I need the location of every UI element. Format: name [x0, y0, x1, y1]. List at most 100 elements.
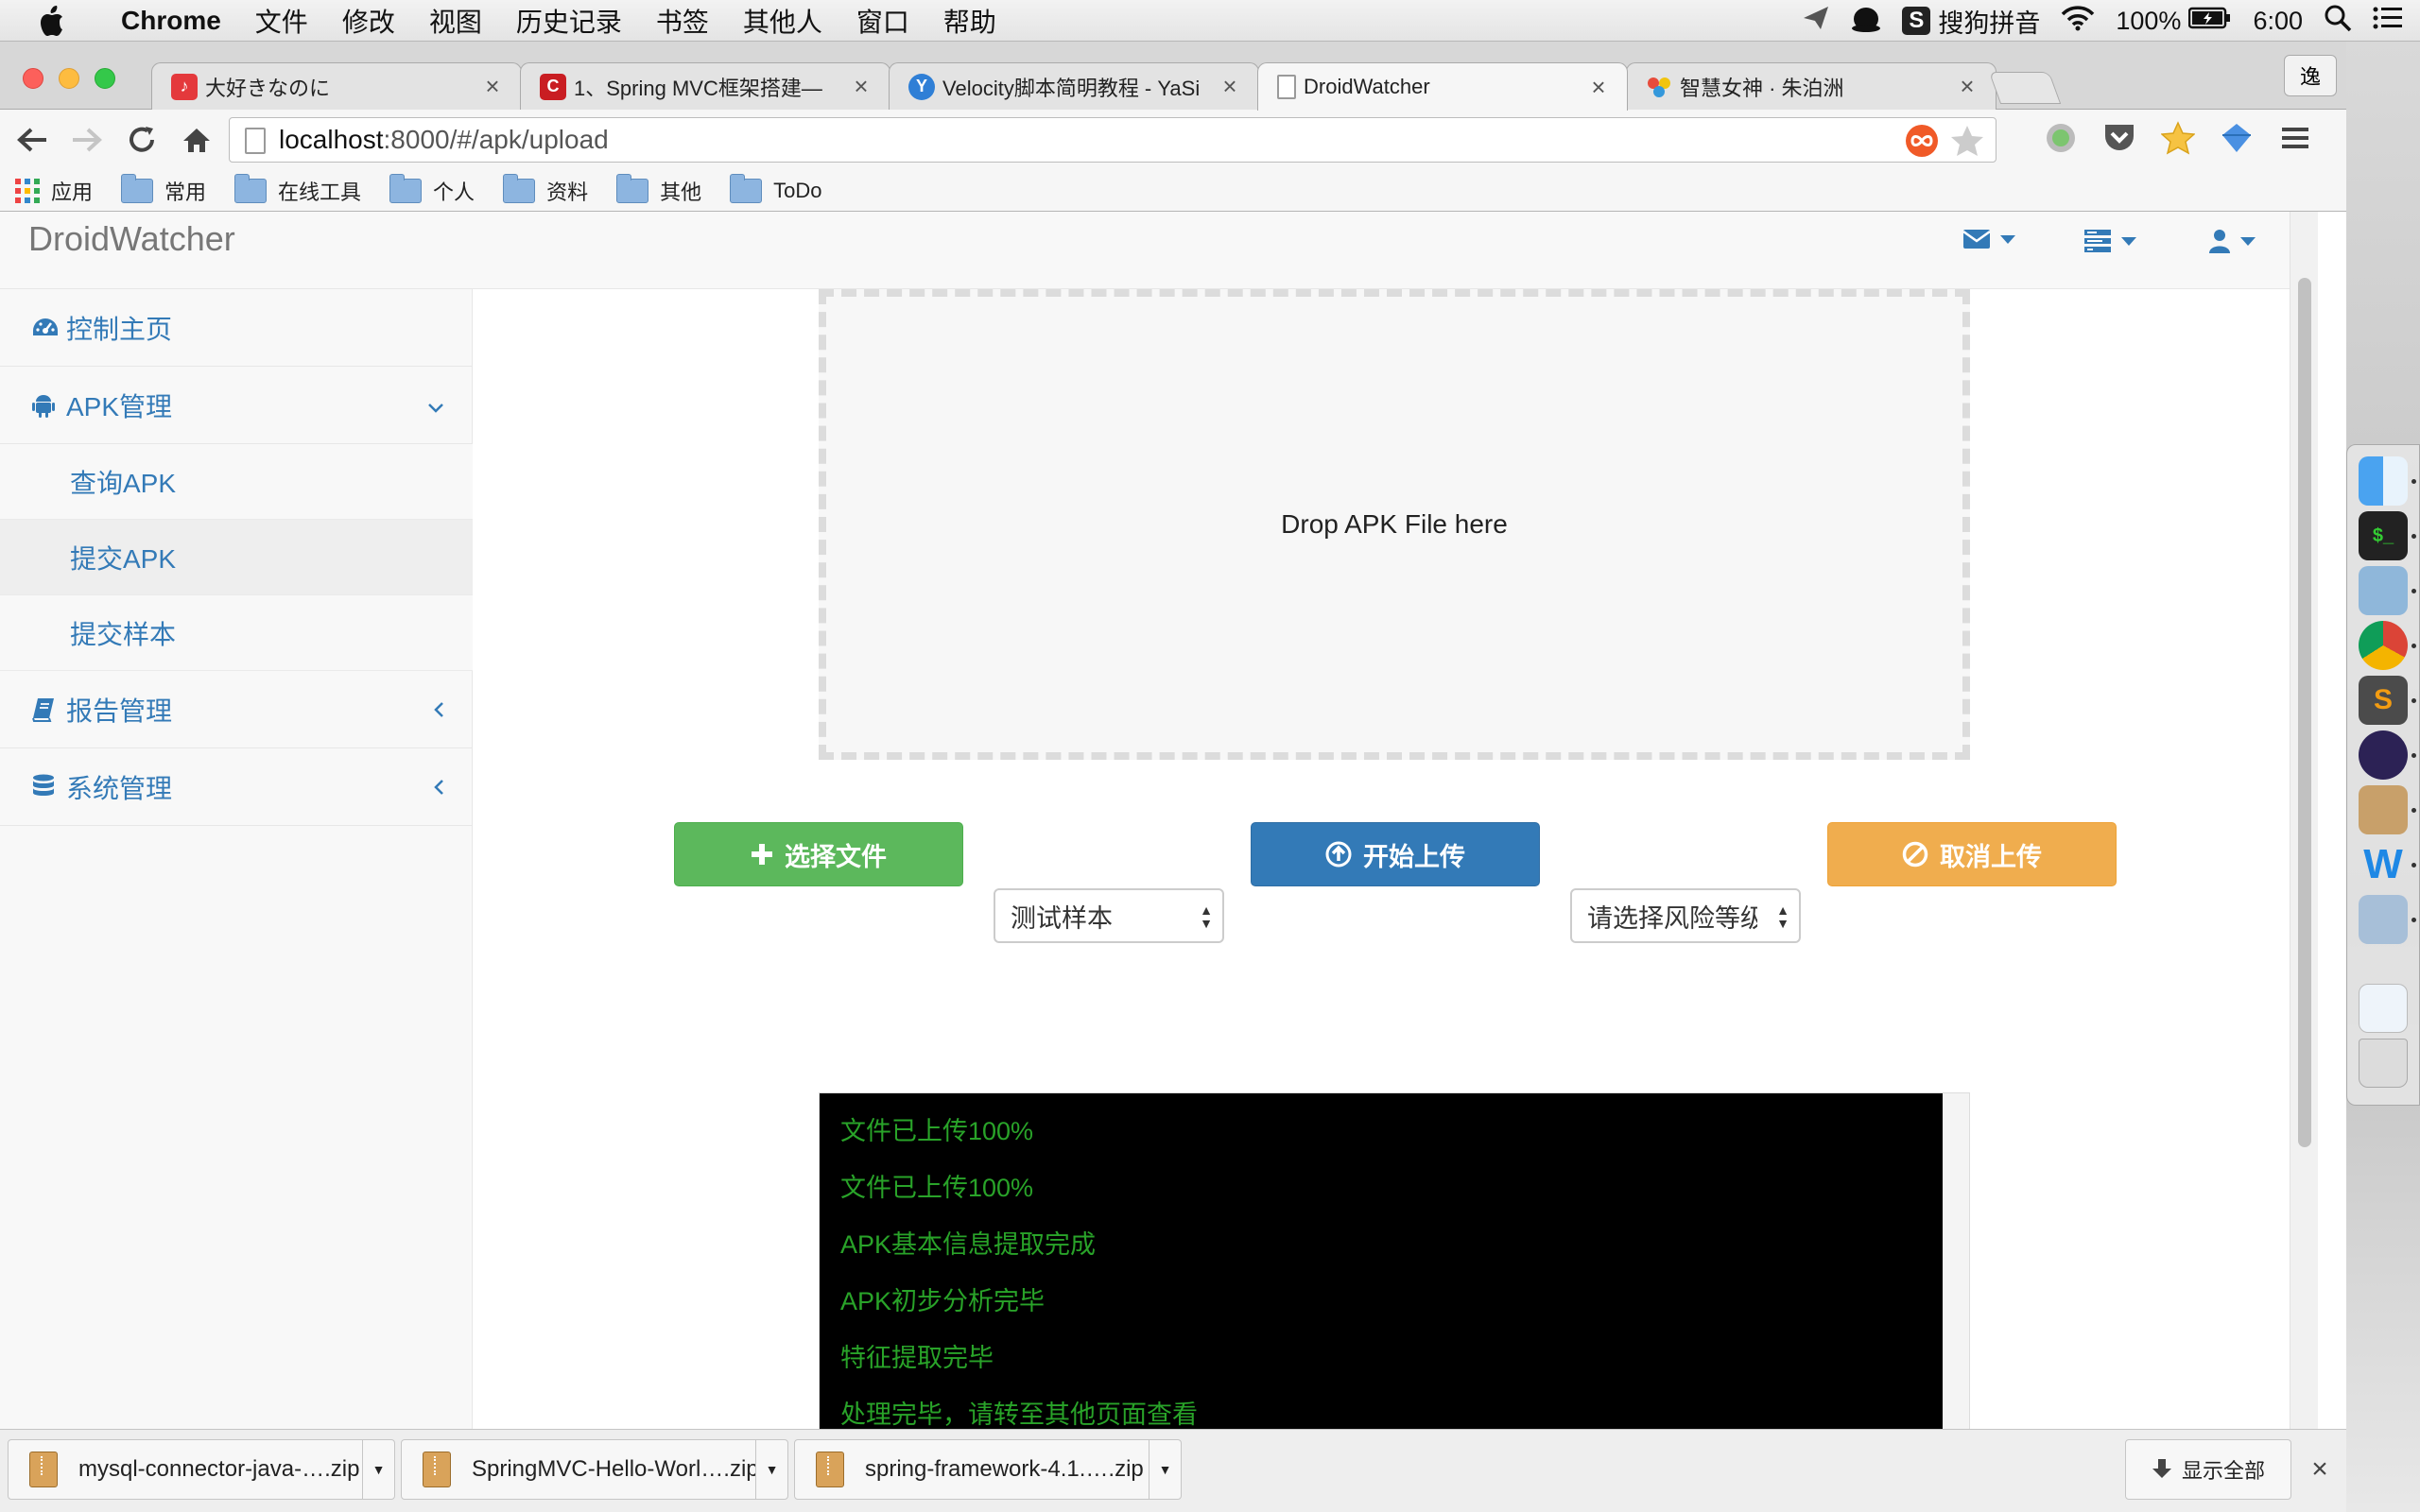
- tab-close-icon[interactable]: ×: [481, 72, 504, 101]
- finder-icon[interactable]: [2359, 456, 2408, 506]
- close-downloads-icon[interactable]: ×: [2303, 1452, 2337, 1486]
- address-bar[interactable]: localhost:8000/#/apk/upload: [229, 117, 1996, 163]
- pocket-icon[interactable]: [2100, 119, 2138, 157]
- sample-type-select[interactable]: 测试样本 ▲ ▼: [994, 888, 1224, 943]
- clock[interactable]: 6:00: [2253, 7, 2303, 36]
- download-menu-caret-icon[interactable]: ▼: [1149, 1439, 1181, 1500]
- sidebar-subitem-submit-apk[interactable]: 提交APK: [0, 520, 473, 595]
- bookmark-label: 其他: [660, 180, 702, 204]
- trash-icon[interactable]: [2359, 1039, 2408, 1088]
- download-item[interactable]: spring-framework-4.1.….zip ▼: [794, 1439, 1182, 1500]
- menu-app-name[interactable]: Chrome: [104, 6, 238, 36]
- spotlight-icon[interactable]: [2324, 4, 2352, 39]
- tab-droidwatcher[interactable]: DroidWatcher ×: [1257, 62, 1628, 111]
- chrome-menu-icon[interactable]: [2276, 119, 2314, 157]
- tab-close-icon[interactable]: ×: [1219, 72, 1241, 101]
- bookmark-folder[interactable]: 其他: [616, 173, 702, 206]
- window-zoom-button[interactable]: [95, 68, 115, 89]
- input-method-menu[interactable]: S 搜狗拼音: [1902, 3, 2040, 40]
- window-minimize-button[interactable]: [59, 68, 79, 89]
- battery-status[interactable]: 100%: [2116, 7, 2232, 36]
- sidebar-subitem-query-apk[interactable]: 查询APK: [0, 444, 473, 520]
- bookmark-folder[interactable]: 在线工具: [234, 173, 361, 206]
- reload-icon[interactable]: [119, 117, 164, 163]
- bookmark-folder[interactable]: 常用: [121, 173, 206, 206]
- tab-netease-music[interactable]: ♪ 大好きなのに ×: [151, 62, 522, 110]
- archive-utility-icon[interactable]: [2359, 785, 2408, 834]
- menu-view[interactable]: 视图: [412, 2, 499, 40]
- bookmark-apps[interactable]: 应用: [15, 176, 93, 206]
- bookmark-folder[interactable]: ToDo: [730, 173, 821, 203]
- bookmark-folder[interactable]: 个人: [389, 173, 475, 206]
- back-icon[interactable]: [9, 117, 55, 163]
- color-dots-icon: [1646, 74, 1672, 100]
- button-label: 选择文件: [785, 842, 887, 871]
- diamond-extension-icon[interactable]: [2218, 119, 2256, 157]
- menu-people[interactable]: 其他人: [726, 2, 839, 40]
- dropzone-text: Drop APK File here: [1281, 509, 1508, 539]
- tab-close-icon[interactable]: ×: [850, 72, 873, 101]
- chevron-left-icon: [433, 773, 444, 802]
- tab-csdn[interactable]: C 1、Spring MVC框架搭建— ×: [520, 62, 890, 110]
- menu-edit[interactable]: 修改: [325, 2, 412, 40]
- image-capture-icon[interactable]: [2359, 895, 2408, 944]
- sidebar-item-apk[interactable]: APK管理: [0, 367, 473, 444]
- download-item[interactable]: mysql-connector-java-….zip ▼: [8, 1439, 395, 1500]
- eclipse-icon[interactable]: [2359, 730, 2408, 780]
- apk-dropzone[interactable]: Drop APK File here: [819, 289, 1970, 760]
- tab-close-icon[interactable]: ×: [1956, 72, 1979, 101]
- sidebar-item-label: 系统管理: [66, 773, 173, 803]
- apple-icon[interactable]: [0, 5, 104, 36]
- running-indicator: [2411, 644, 2416, 648]
- sublime-text-icon[interactable]: S: [2359, 676, 2408, 725]
- documents-stack-icon[interactable]: [2359, 984, 2408, 1033]
- tasks-dropdown[interactable]: [2083, 229, 2136, 253]
- star-extension-icon[interactable]: [2159, 119, 2197, 157]
- new-tab-button[interactable]: [1988, 72, 2062, 104]
- choose-file-button[interactable]: 选择文件: [674, 822, 963, 886]
- preview-icon[interactable]: [2359, 566, 2408, 615]
- window-close-button[interactable]: [23, 68, 43, 89]
- sidebar-item-system[interactable]: 系统管理: [0, 748, 473, 826]
- wifi-icon[interactable]: [2061, 5, 2095, 38]
- bookmark-star-icon[interactable]: [1950, 124, 1984, 164]
- notification-center-icon[interactable]: [2373, 6, 2403, 37]
- tab-zhihui[interactable]: 智慧女神 · 朱泊洲 ×: [1626, 62, 1996, 110]
- zip-file-icon: [29, 1452, 58, 1487]
- tab-close-icon[interactable]: ×: [1587, 73, 1610, 102]
- risk-level-select[interactable]: 请选择风险等级 ▲ ▼: [1570, 888, 1801, 943]
- download-menu-caret-icon[interactable]: ▼: [755, 1439, 787, 1500]
- menu-file[interactable]: 文件: [238, 2, 325, 40]
- download-item[interactable]: SpringMVC-Hello-Worl….zip ▼: [401, 1439, 788, 1500]
- sidebar-subitem-submit-sample[interactable]: 提交样本: [0, 595, 473, 671]
- forward-icon[interactable]: [64, 117, 110, 163]
- download-menu-caret-icon[interactable]: ▼: [362, 1439, 394, 1500]
- terminal-icon[interactable]: $_: [2359, 511, 2408, 560]
- wps-icon[interactable]: W: [2359, 840, 2408, 889]
- home-icon[interactable]: [174, 117, 219, 163]
- menu-help[interactable]: 帮助: [926, 2, 1013, 40]
- profile-button[interactable]: 逸: [2284, 55, 2337, 96]
- menu-history[interactable]: 历史记录: [499, 2, 639, 40]
- chrome-icon[interactable]: [2359, 621, 2408, 670]
- brand-title[interactable]: DroidWatcher: [28, 219, 235, 259]
- messages-dropdown[interactable]: [1962, 229, 2015, 249]
- qq-icon[interactable]: [1851, 4, 1881, 39]
- green-circle-extension-icon[interactable]: [2042, 119, 2080, 157]
- menu-bookmarks[interactable]: 书签: [639, 2, 726, 40]
- sidebar-item-dashboard[interactable]: 控制主页: [0, 289, 473, 367]
- start-upload-button[interactable]: 开始上传: [1251, 822, 1540, 886]
- show-all-downloads-button[interactable]: 显示全部: [2125, 1439, 2291, 1500]
- infinity-extension-icon[interactable]: [1905, 124, 1939, 164]
- bookmark-folder[interactable]: 资料: [503, 173, 588, 206]
- select-arrows-icon: ▲ ▼: [1776, 902, 1789, 931]
- page-scrollbar[interactable]: [2290, 212, 2318, 1470]
- scrollbar-thumb[interactable]: [2298, 278, 2311, 1147]
- cancel-upload-button[interactable]: 取消上传: [1827, 822, 2117, 886]
- user-dropdown[interactable]: [2208, 229, 2256, 253]
- sidebar-item-reports[interactable]: 报告管理: [0, 671, 473, 748]
- menu-window[interactable]: 窗口: [839, 2, 926, 40]
- send-icon[interactable]: [1802, 5, 1830, 38]
- page-info-icon[interactable]: [245, 128, 266, 154]
- tab-velocity[interactable]: Y Velocity脚本简明教程 - YaSi ×: [889, 62, 1259, 110]
